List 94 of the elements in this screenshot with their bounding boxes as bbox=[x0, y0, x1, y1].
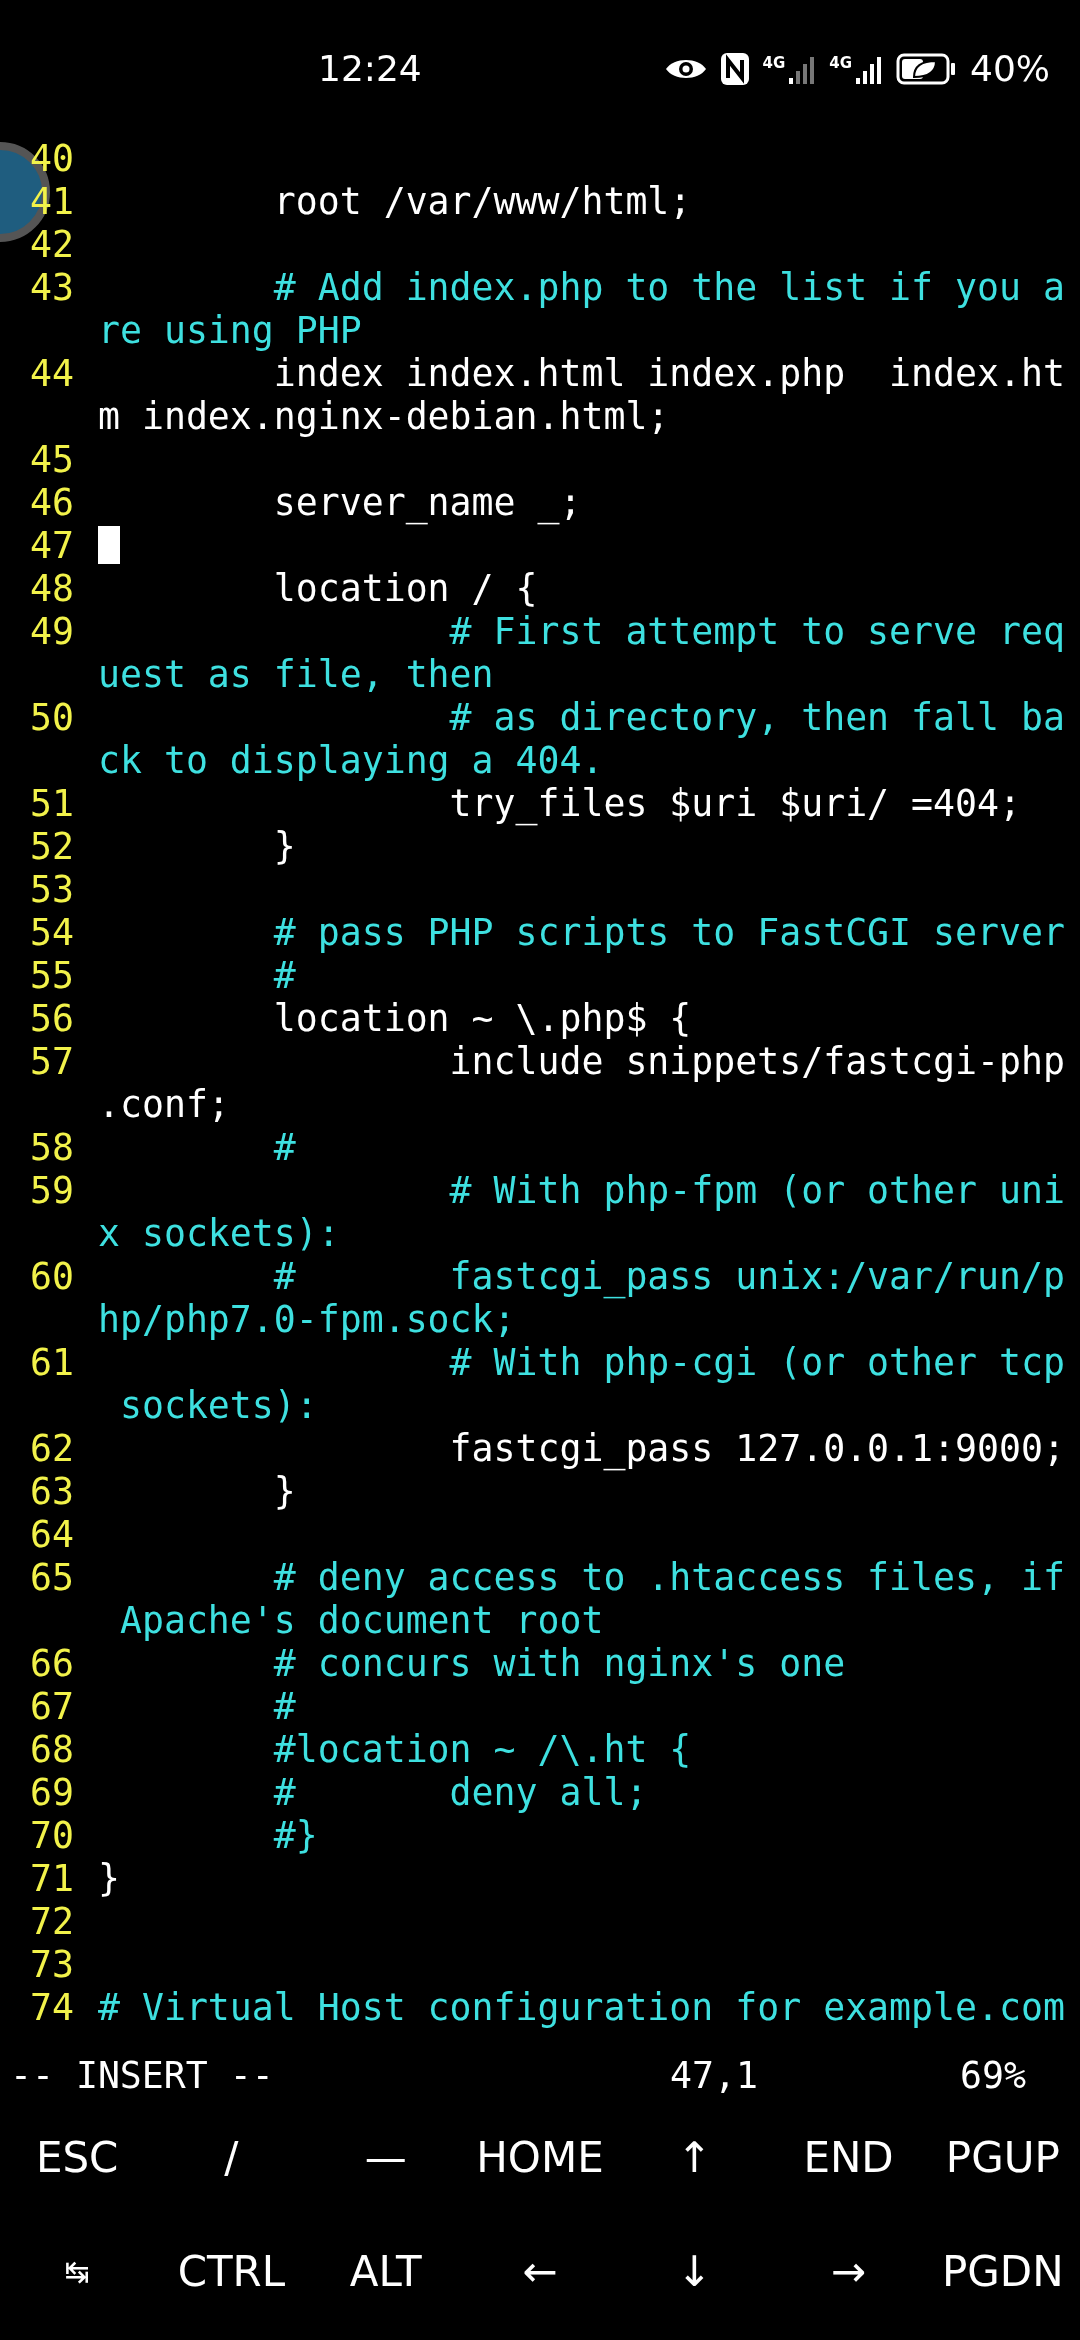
nfc-icon bbox=[720, 51, 751, 86]
line-number: 73 bbox=[29, 1943, 75, 1986]
code-comment: # bbox=[272, 1126, 296, 1169]
line-number: 69 bbox=[29, 1771, 75, 1814]
code-comment: re using PHP bbox=[98, 309, 362, 352]
line-number: 51 bbox=[29, 782, 75, 825]
line-number: 45 bbox=[29, 438, 75, 481]
code-comment: Apache's document root bbox=[118, 1599, 604, 1642]
code-line: } bbox=[98, 1857, 120, 1900]
line-number: 58 bbox=[29, 1126, 75, 1169]
extra-key[interactable]: END bbox=[771, 2100, 926, 2214]
code-comment: hp/php7.0-fpm.sock; bbox=[98, 1298, 516, 1341]
line-number: 60 bbox=[29, 1255, 75, 1298]
line-number: 46 bbox=[29, 481, 75, 524]
line-number: 40 bbox=[29, 137, 75, 180]
code-line: fastcgi_pass 127.0.0.1:9000; bbox=[448, 1427, 1065, 1470]
network-type-label: 4G bbox=[762, 53, 786, 72]
code-comment: # bbox=[272, 1685, 296, 1728]
code-comment: uest as file, then bbox=[98, 653, 494, 696]
line-number: 53 bbox=[29, 868, 75, 911]
code-comment: # With php-cgi (or other tcp bbox=[448, 1341, 1065, 1384]
code-comment: x sockets): bbox=[98, 1212, 340, 1255]
code-comment: # as directory, then fall ba bbox=[448, 696, 1065, 739]
mode-indicator: -- INSERT -- bbox=[10, 2054, 275, 2098]
extra-key[interactable]: — bbox=[308, 2100, 463, 2214]
line-number: 70 bbox=[29, 1814, 75, 1857]
extra-key[interactable]: ↓ bbox=[617, 2214, 772, 2328]
battery-leaf-icon bbox=[896, 52, 958, 85]
code-line: include snippets/fastcgi-php bbox=[448, 1040, 1065, 1083]
line-number: 55 bbox=[29, 954, 75, 997]
code-line: location ~ \.php$ { bbox=[272, 997, 692, 1040]
line-number: 74 bbox=[29, 1986, 75, 2029]
line-number: 47 bbox=[29, 524, 75, 567]
extra-key[interactable]: / bbox=[154, 2100, 309, 2214]
code-line: server_name _; bbox=[272, 481, 582, 524]
extra-key[interactable]: PGDN bbox=[925, 2214, 1080, 2328]
code-line: } bbox=[272, 1470, 296, 1513]
line-number: 50 bbox=[29, 696, 75, 739]
extra-key[interactable]: → bbox=[771, 2214, 926, 2328]
extra-key[interactable]: PGUP bbox=[925, 2100, 1080, 2214]
code-comment: # With php-fpm (or other uni bbox=[448, 1169, 1065, 1212]
code-line: location / { bbox=[272, 567, 538, 610]
line-number: 61 bbox=[29, 1341, 75, 1384]
code-line: } bbox=[272, 825, 296, 868]
code-comment: sockets): bbox=[118, 1384, 318, 1427]
extra-key[interactable]: ESC bbox=[0, 2100, 155, 2214]
line-number: 49 bbox=[29, 610, 75, 653]
line-number: 43 bbox=[29, 266, 75, 309]
code-comment: # fastcgi_pass unix:/var/run/p bbox=[272, 1255, 1065, 1298]
code-comment: # Add index.php to the list if you a bbox=[272, 266, 1065, 309]
clock-time: 12:24 bbox=[318, 48, 423, 89]
extra-key[interactable]: ↹ bbox=[0, 2214, 155, 2328]
code-line: .conf; bbox=[98, 1083, 230, 1126]
line-number: 56 bbox=[29, 997, 75, 1040]
extra-key[interactable]: CTRL bbox=[154, 2214, 309, 2328]
line-number: 54 bbox=[29, 911, 75, 954]
code-comment: # concurs with nginx's one bbox=[272, 1642, 846, 1685]
extra-key[interactable]: ← bbox=[462, 2214, 618, 2328]
code-comment: # deny access to .htaccess files, if bbox=[272, 1556, 1065, 1599]
line-number: 66 bbox=[29, 1642, 75, 1685]
line-number: 64 bbox=[29, 1513, 75, 1556]
code-comment: #location ~ /\.ht { bbox=[272, 1728, 692, 1771]
line-number: 71 bbox=[29, 1857, 75, 1900]
line-number: 65 bbox=[29, 1556, 75, 1599]
line-number: 42 bbox=[29, 223, 75, 266]
code-comment: # Virtual Host configuration for example.com bbox=[98, 1986, 1065, 2029]
code-comment: #} bbox=[272, 1814, 318, 1857]
battery-percent: 40% bbox=[970, 48, 1050, 89]
code-comment: # bbox=[272, 954, 296, 997]
line-number: 62 bbox=[29, 1427, 75, 1470]
code-line: index index.html index.php index.ht bbox=[272, 352, 1065, 395]
code-comment: # First attempt to serve req bbox=[448, 610, 1065, 653]
code-comment: # deny all; bbox=[272, 1771, 648, 1814]
line-number: 63 bbox=[29, 1470, 75, 1513]
code-comment: ck to displaying a 404. bbox=[98, 739, 604, 782]
line-number: 48 bbox=[29, 567, 75, 610]
cursor-position: 47,1 bbox=[670, 2054, 759, 2098]
line-number: 44 bbox=[29, 352, 75, 395]
line-number: 68 bbox=[29, 1728, 75, 1771]
line-number: 59 bbox=[29, 1169, 75, 1212]
line-number: 67 bbox=[29, 1685, 75, 1728]
line-number: 57 bbox=[29, 1040, 75, 1083]
scroll-percent: 69% bbox=[960, 2054, 1026, 2098]
line-number: 72 bbox=[29, 1900, 75, 1943]
code-line: try_files $uri $uri/ =404; bbox=[448, 782, 1021, 825]
line-number: 41 bbox=[29, 180, 75, 223]
extra-key[interactable]: ↑ bbox=[617, 2100, 772, 2214]
code-line: m index.nginx-debian.html; bbox=[98, 395, 670, 438]
line-number: 52 bbox=[29, 825, 75, 868]
code-comment: # pass PHP scripts to FastCGI server bbox=[272, 911, 1065, 954]
extra-key[interactable]: ALT bbox=[308, 2214, 463, 2328]
extra-key[interactable]: HOME bbox=[462, 2100, 618, 2214]
network-type-label: 4G bbox=[829, 53, 852, 72]
code-line: root /var/www/html; bbox=[272, 180, 692, 223]
